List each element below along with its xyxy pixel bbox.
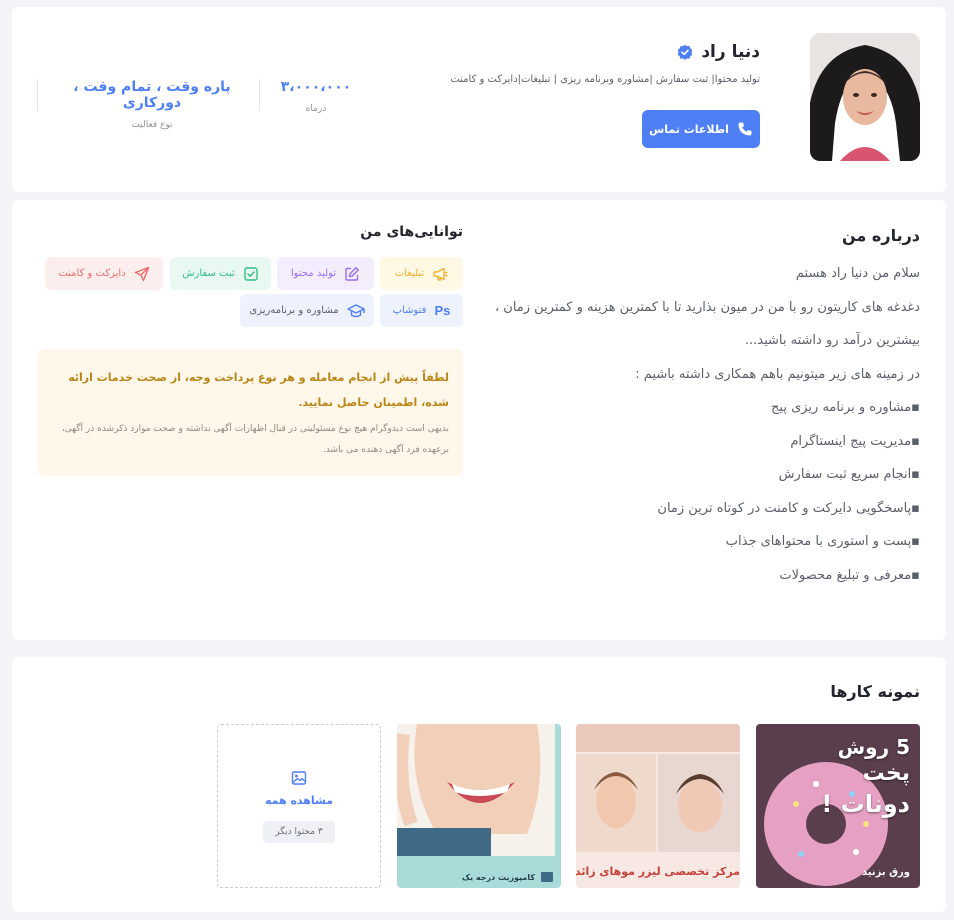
profile-name: دنیا راد: [677, 42, 760, 62]
notice-bold-text: لطفاً پیش از انجام معامله و هر نوع پرداخ…: [68, 371, 449, 409]
about-text: سلام من دنیا راد هستم دغدغه های کاریتون …: [490, 266, 920, 601]
donut-line1: 5 روش: [837, 735, 910, 759]
skill-chip-direct: دایرکت و کامنت: [45, 257, 163, 290]
about-line: سلام من دنیا راد هستم: [795, 266, 920, 281]
portfolio-title: نمونه کارها: [830, 682, 920, 701]
profile-card: دنیا راد تولید محتوا| ثبت سفارش |مشاوره …: [12, 7, 946, 192]
about-line: دغدغه های کاریتون رو با من در میون بذاری…: [494, 299, 920, 315]
skill-label: تبلیغات: [394, 268, 425, 279]
portfolio-item-donut[interactable]: 5 روش پخت دونات ! ورق بزنید: [756, 724, 920, 888]
about-line: ▪مشاوره و برنامه ریزی پیج: [771, 400, 920, 415]
donut-line3: دونات !: [821, 790, 910, 818]
dental-caption: کامپوزیت درجه یک: [461, 872, 535, 882]
contact-info-button[interactable]: اطلاعات تماس: [642, 110, 760, 148]
work-type-stat: پاره وقت ، تمام وقت ، دورکاری نوع فعالیت: [52, 79, 252, 130]
skill-label: دایرکت و کامنت: [58, 268, 126, 279]
contact-info-label: اطلاعات تماس: [649, 122, 729, 136]
skills-title: توانایی‌های من: [360, 224, 463, 240]
dental-logo-icon: [541, 872, 553, 882]
image-icon: [291, 770, 307, 785]
about-card: درباره من سلام من دنیا راد هستم دغدغه ها…: [12, 200, 946, 640]
skill-chip-ads: تبلیغات: [380, 257, 463, 290]
about-line: بیشترین درآمد رو داشته باشید...: [744, 333, 920, 348]
portfolio-card: نمونه کارها 5 روش پخت دونات ! ورق بزنید: [12, 657, 946, 912]
photoshop-icon: Ps: [434, 303, 451, 318]
work-type-label: نوع فعالیت: [131, 120, 173, 130]
salary-label: درماه: [305, 104, 327, 114]
safety-notice: لطفاً پیش از انجام معامله و هر نوع پرداخ…: [38, 349, 463, 476]
skill-label: مشاوره و برنامه‌ریزی: [249, 305, 339, 316]
check-square-icon: [243, 266, 258, 281]
skill-chip-orders: ثبت سفارش: [170, 257, 271, 290]
graduation-cap-icon: [346, 303, 365, 317]
portfolio-item-laser[interactable]: مرکز تخصصی لیزر موهای زائد: [576, 724, 740, 888]
skill-chip-consulting: مشاوره و برنامه‌ریزی: [240, 294, 374, 327]
skill-label: ثبت سفارش: [182, 268, 235, 279]
about-line: ▪مدیریت پیج اینستاگرام: [790, 433, 920, 449]
salary-value: ۳،۰۰۰،۰۰۰: [280, 79, 352, 95]
portfolio-item-dental[interactable]: کامپوزیت درجه یک: [397, 724, 561, 888]
about-line: ▪پست و استوری با محتواهای جذاب: [725, 534, 920, 549]
phone-icon: [738, 122, 752, 136]
skill-label: فتوشاپ: [392, 305, 427, 316]
notice-small-text: بدیهی است دیدوگرام هیچ نوع مسئولیتی در ق…: [61, 424, 449, 455]
skill-label: تولید محتوا: [290, 268, 337, 279]
skill-chip-content: تولید محتوا: [277, 257, 374, 290]
send-icon: [134, 266, 149, 281]
donut-line2: پخت: [862, 761, 910, 786]
megaphone-icon: [433, 267, 448, 281]
view-all-portfolio-button[interactable]: مشاهده همه ۳ محتوا دیگر: [217, 724, 381, 888]
verified-badge-icon: [678, 44, 693, 60]
work-type-value: پاره وقت ، تمام وقت ، دورکاری: [73, 79, 231, 111]
skill-chip-photoshop: Ps فتوشاپ: [380, 294, 463, 327]
more-count-badge: ۳ محتوا دیگر: [263, 820, 335, 843]
salary-stat: ۳،۰۰۰،۰۰۰ درماه: [272, 79, 360, 114]
view-all-label: مشاهده همه: [264, 793, 334, 807]
about-line: ▪پاسخگویی دایرکت و کامنت در کوتاه ترین ز…: [657, 500, 920, 516]
donut-caption: ورق بزنید: [862, 867, 910, 878]
laser-caption: مرکز تخصصی لیزر موهای زائد: [576, 865, 740, 878]
about-line: در زمینه های زیر میتونیم باهم همکاری داش…: [635, 366, 920, 382]
profile-name-text: دنیا راد: [701, 42, 760, 62]
about-line: ▪انجام سریع ثبت سفارش: [778, 467, 920, 482]
about-line: ▪معرفی و تبلیغ محصولات: [779, 567, 920, 583]
avatar: [810, 33, 920, 161]
about-title: درباره من: [842, 226, 920, 245]
edit-icon: [345, 266, 360, 281]
profile-tagline: تولید محتوا| ثبت سفارش |مشاوره وبرنامه ر…: [450, 74, 760, 85]
